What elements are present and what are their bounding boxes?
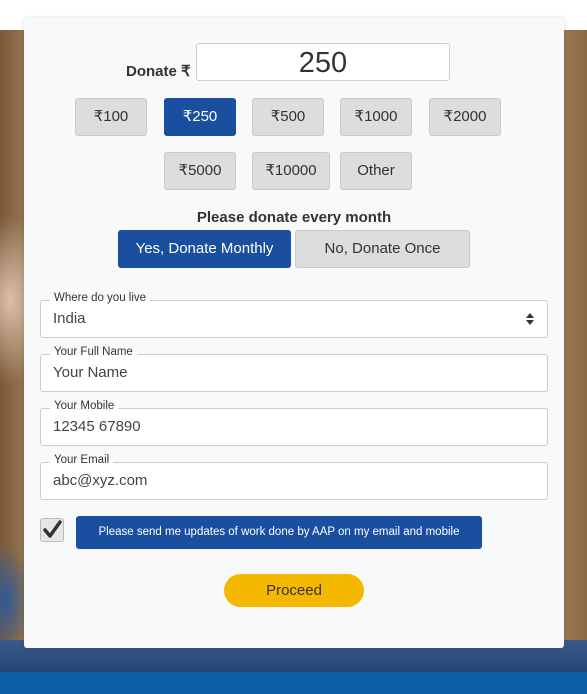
footer-bar (0, 672, 587, 694)
mobile-value: 12345 67890 (53, 418, 141, 435)
donate-once-button[interactable]: No, Donate Once (295, 230, 470, 268)
updates-consent-label[interactable]: Please send me updates of work done by A… (76, 516, 482, 549)
amount-input[interactable]: 250 (196, 43, 450, 81)
location-value: India (53, 310, 86, 327)
proceed-button[interactable]: Proceed (224, 574, 364, 607)
email-field[interactable]: Your Email abc@xyz.com (40, 454, 548, 500)
donation-card: Donate ₹ 250 ₹100 ₹250 ₹500 ₹1000 ₹2000 … (24, 18, 564, 648)
amount-button-500[interactable]: ₹500 (252, 98, 324, 136)
amount-button-5000[interactable]: ₹5000 (164, 152, 236, 190)
mobile-legend: Your Mobile (50, 400, 119, 412)
donate-amount-row: Donate ₹ 250 (126, 43, 456, 81)
mobile-field[interactable]: Your Mobile 12345 67890 (40, 400, 548, 446)
amount-button-10000[interactable]: ₹10000 (252, 152, 330, 190)
checkmark-icon (43, 520, 62, 538)
donate-monthly-button[interactable]: Yes, Donate Monthly (118, 230, 291, 268)
amount-button-100[interactable]: ₹100 (75, 98, 147, 136)
donate-label: Donate ₹ (126, 63, 191, 80)
amount-button-250[interactable]: ₹250 (164, 98, 236, 136)
email-legend: Your Email (50, 454, 114, 466)
full-name-field[interactable]: Your Full Name Your Name (40, 346, 548, 392)
location-select[interactable]: Where do you live India (40, 292, 548, 338)
updates-checkbox[interactable] (40, 518, 64, 542)
monthly-donation-title: Please donate every month (196, 209, 392, 226)
full-name-value: Your Name (53, 364, 128, 381)
email-value: abc@xyz.com (53, 472, 148, 489)
full-name-legend: Your Full Name (50, 346, 137, 358)
amount-button-1000[interactable]: ₹1000 (340, 98, 412, 136)
amount-button-2000[interactable]: ₹2000 (429, 98, 501, 136)
amount-button-other[interactable]: Other (340, 152, 412, 190)
select-arrows-icon (526, 313, 534, 325)
location-legend: Where do you live (50, 292, 151, 304)
